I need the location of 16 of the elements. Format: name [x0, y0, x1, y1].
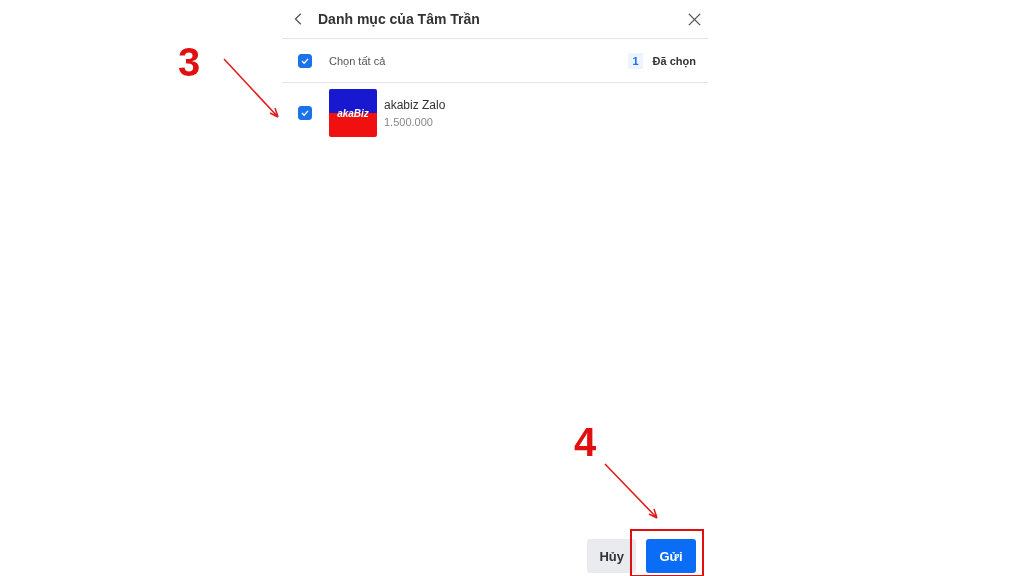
- close-icon[interactable]: [687, 11, 702, 27]
- annotation-arrow: [603, 462, 661, 522]
- checkbox[interactable]: [298, 53, 312, 68]
- check-icon: [299, 107, 311, 119]
- cancel-button[interactable]: Hủy: [587, 539, 636, 573]
- dialog-title: Danh mục của Tâm Trần: [318, 11, 481, 27]
- checkbox[interactable]: [298, 106, 312, 120]
- selected-label: Đã chọn: [652, 54, 696, 67]
- annotation-arrow: [222, 57, 282, 121]
- product-name: akabiz Zalo: [384, 98, 446, 112]
- product-price: 1.500.000: [384, 116, 434, 128]
- send-button[interactable]: Gửi: [646, 539, 696, 573]
- step-number: 4: [574, 422, 597, 462]
- select-all-label: Chọn tất cả: [329, 54, 387, 67]
- selected-count: 1: [628, 52, 643, 69]
- step-number: 3: [178, 42, 201, 82]
